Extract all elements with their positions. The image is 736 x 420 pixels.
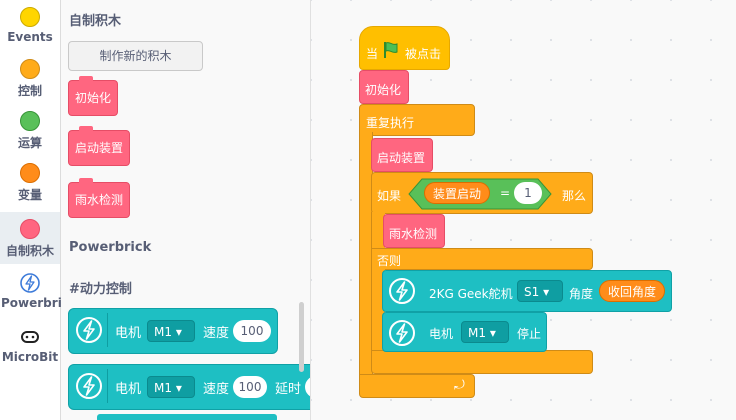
delay-label: 延时: [275, 382, 302, 397]
servo-label: 2KG Geek舵机: [429, 287, 513, 301]
motor-port-dropdown[interactable]: M1 ▾: [147, 320, 195, 342]
script-workspace[interactable]: 当 被点击 初始化 重复执行 ⤾ 启动装置 如果 装置启动 = 1 那么 雨水检…: [311, 0, 736, 420]
init-block[interactable]: 初始化: [359, 70, 409, 104]
hat-suffix: 被点击: [405, 47, 442, 61]
speed-input[interactable]: 100: [233, 320, 271, 342]
category-label: 运算: [17, 136, 42, 150]
angle-label: 角度: [569, 287, 594, 301]
if-else-block[interactable]: 如果 装置启动 = 1 那么: [371, 172, 593, 214]
lightning-icon: [76, 369, 108, 403]
loop-arrow-icon: ⤾: [454, 378, 465, 393]
make-block-button[interactable]: 制作新的积木: [68, 41, 203, 71]
green-flag-icon: [384, 42, 398, 58]
palette-block-motor-speed[interactable]: 电机 M1 ▾ 速度 100: [68, 308, 278, 354]
motor-port-value: M1: [154, 381, 172, 395]
servo-block[interactable]: 2KG Geek舵机 S1 ▾ 角度 收回角度: [382, 270, 672, 312]
block-label: 重复执行: [366, 116, 415, 130]
variable-reporter[interactable]: 装置启动: [424, 182, 491, 204]
motor-port-value: M1: [154, 325, 172, 339]
block-palette: 自制积木 制作新的积木 初始化 启动装置 雨水检测 Powerbrick #动力…: [61, 0, 311, 420]
control-dot-icon: [20, 59, 40, 79]
else-section: 否则: [371, 248, 593, 270]
motor-port-dropdown[interactable]: M1 ▾: [147, 376, 195, 398]
motor-label: 电机: [115, 382, 142, 397]
operator-symbol: =: [500, 186, 511, 200]
compare-value-input[interactable]: 1: [514, 182, 542, 204]
when-flag-clicked-block[interactable]: 当 被点击: [359, 26, 450, 70]
lightning-icon: [76, 313, 108, 347]
dropdown-arrow-icon: ▾: [175, 381, 182, 395]
palette-block-motor-speed-delay[interactable]: 电机 M1 ▾ 速度 100 延时: [68, 364, 310, 410]
speed-label: 速度: [203, 382, 230, 397]
category-label: Powerbrick: [1, 296, 77, 310]
category-my-blocks[interactable]: 自制积木: [0, 212, 60, 264]
motor-section-title: #动力控制: [69, 282, 132, 297]
servo-port-dropdown[interactable]: S1 ▾: [517, 280, 563, 302]
forever-bottom: ⤾: [359, 374, 475, 398]
speed-input[interactable]: 100: [233, 376, 267, 398]
microbit-icon: [21, 331, 39, 343]
lightning-icon: [20, 273, 40, 293]
palette-block-init[interactable]: 初始化: [68, 76, 119, 116]
category-label: Events: [7, 30, 53, 44]
dropdown-arrow-icon: ▾: [543, 285, 550, 299]
palette-block-partial: [97, 414, 277, 420]
powerbrick-title: Powerbrick: [69, 240, 152, 255]
category-events[interactable]: Events: [0, 0, 60, 52]
else-label: 否则: [377, 254, 402, 268]
category-label: 控制: [17, 84, 42, 98]
motor-port-dropdown[interactable]: M1 ▾: [461, 321, 509, 343]
events-dot-icon: [20, 7, 40, 27]
operators-dot-icon: [20, 111, 40, 131]
speed-label: 速度: [203, 326, 230, 341]
palette-block-rain-detect[interactable]: 雨水检测: [68, 178, 131, 218]
stop-label: 停止: [517, 327, 542, 341]
if-label: 如果: [377, 189, 402, 203]
motor-label: 电机: [115, 326, 142, 341]
section-title: 自制积木: [69, 14, 122, 29]
then-label: 那么: [562, 189, 587, 203]
lightning-icon: [389, 278, 415, 304]
servo-port-value: S1: [524, 285, 540, 299]
category-variables[interactable]: 变量: [0, 156, 60, 208]
dropdown-arrow-icon: ▾: [175, 325, 182, 339]
variables-dot-icon: [20, 163, 40, 183]
category-label: 变量: [17, 188, 42, 202]
block-label: 启动装置: [377, 151, 426, 165]
motor-label: 电机: [429, 327, 454, 341]
dropdown-arrow-icon: ▾: [489, 326, 496, 340]
forever-block[interactable]: 重复执行: [359, 104, 475, 136]
start-device-block[interactable]: 启动装置: [371, 138, 433, 172]
category-microbit[interactable]: MicroBit: [0, 320, 60, 372]
rain-detect-block[interactable]: 雨水检测: [383, 214, 445, 248]
category-label: 自制积木: [5, 244, 54, 258]
category-label: MicroBit: [1, 350, 59, 364]
angle-reporter[interactable]: 收回角度: [599, 280, 666, 302]
category-operators[interactable]: 运算: [0, 104, 60, 156]
palette-scrollbar[interactable]: [299, 302, 304, 372]
my-blocks-dot-icon: [20, 219, 40, 239]
block-label: 初始化: [365, 83, 402, 97]
hat-prefix: 当: [366, 47, 379, 61]
block-label: 雨水检测: [389, 227, 438, 241]
category-menu: Events 控制 运算 变量 自制积木 Powerbrick MicroBit: [0, 0, 77, 420]
if-else-bottom: [371, 350, 593, 374]
motor-port-value: M1: [468, 326, 486, 340]
lightning-icon: [389, 320, 415, 346]
category-control[interactable]: 控制: [0, 52, 60, 104]
category-powerbrick[interactable]: Powerbrick: [0, 266, 77, 318]
palette-block-start-device[interactable]: 启动装置: [68, 126, 131, 166]
stop-motor-block[interactable]: 电机 M1 ▾ 停止: [382, 312, 547, 352]
